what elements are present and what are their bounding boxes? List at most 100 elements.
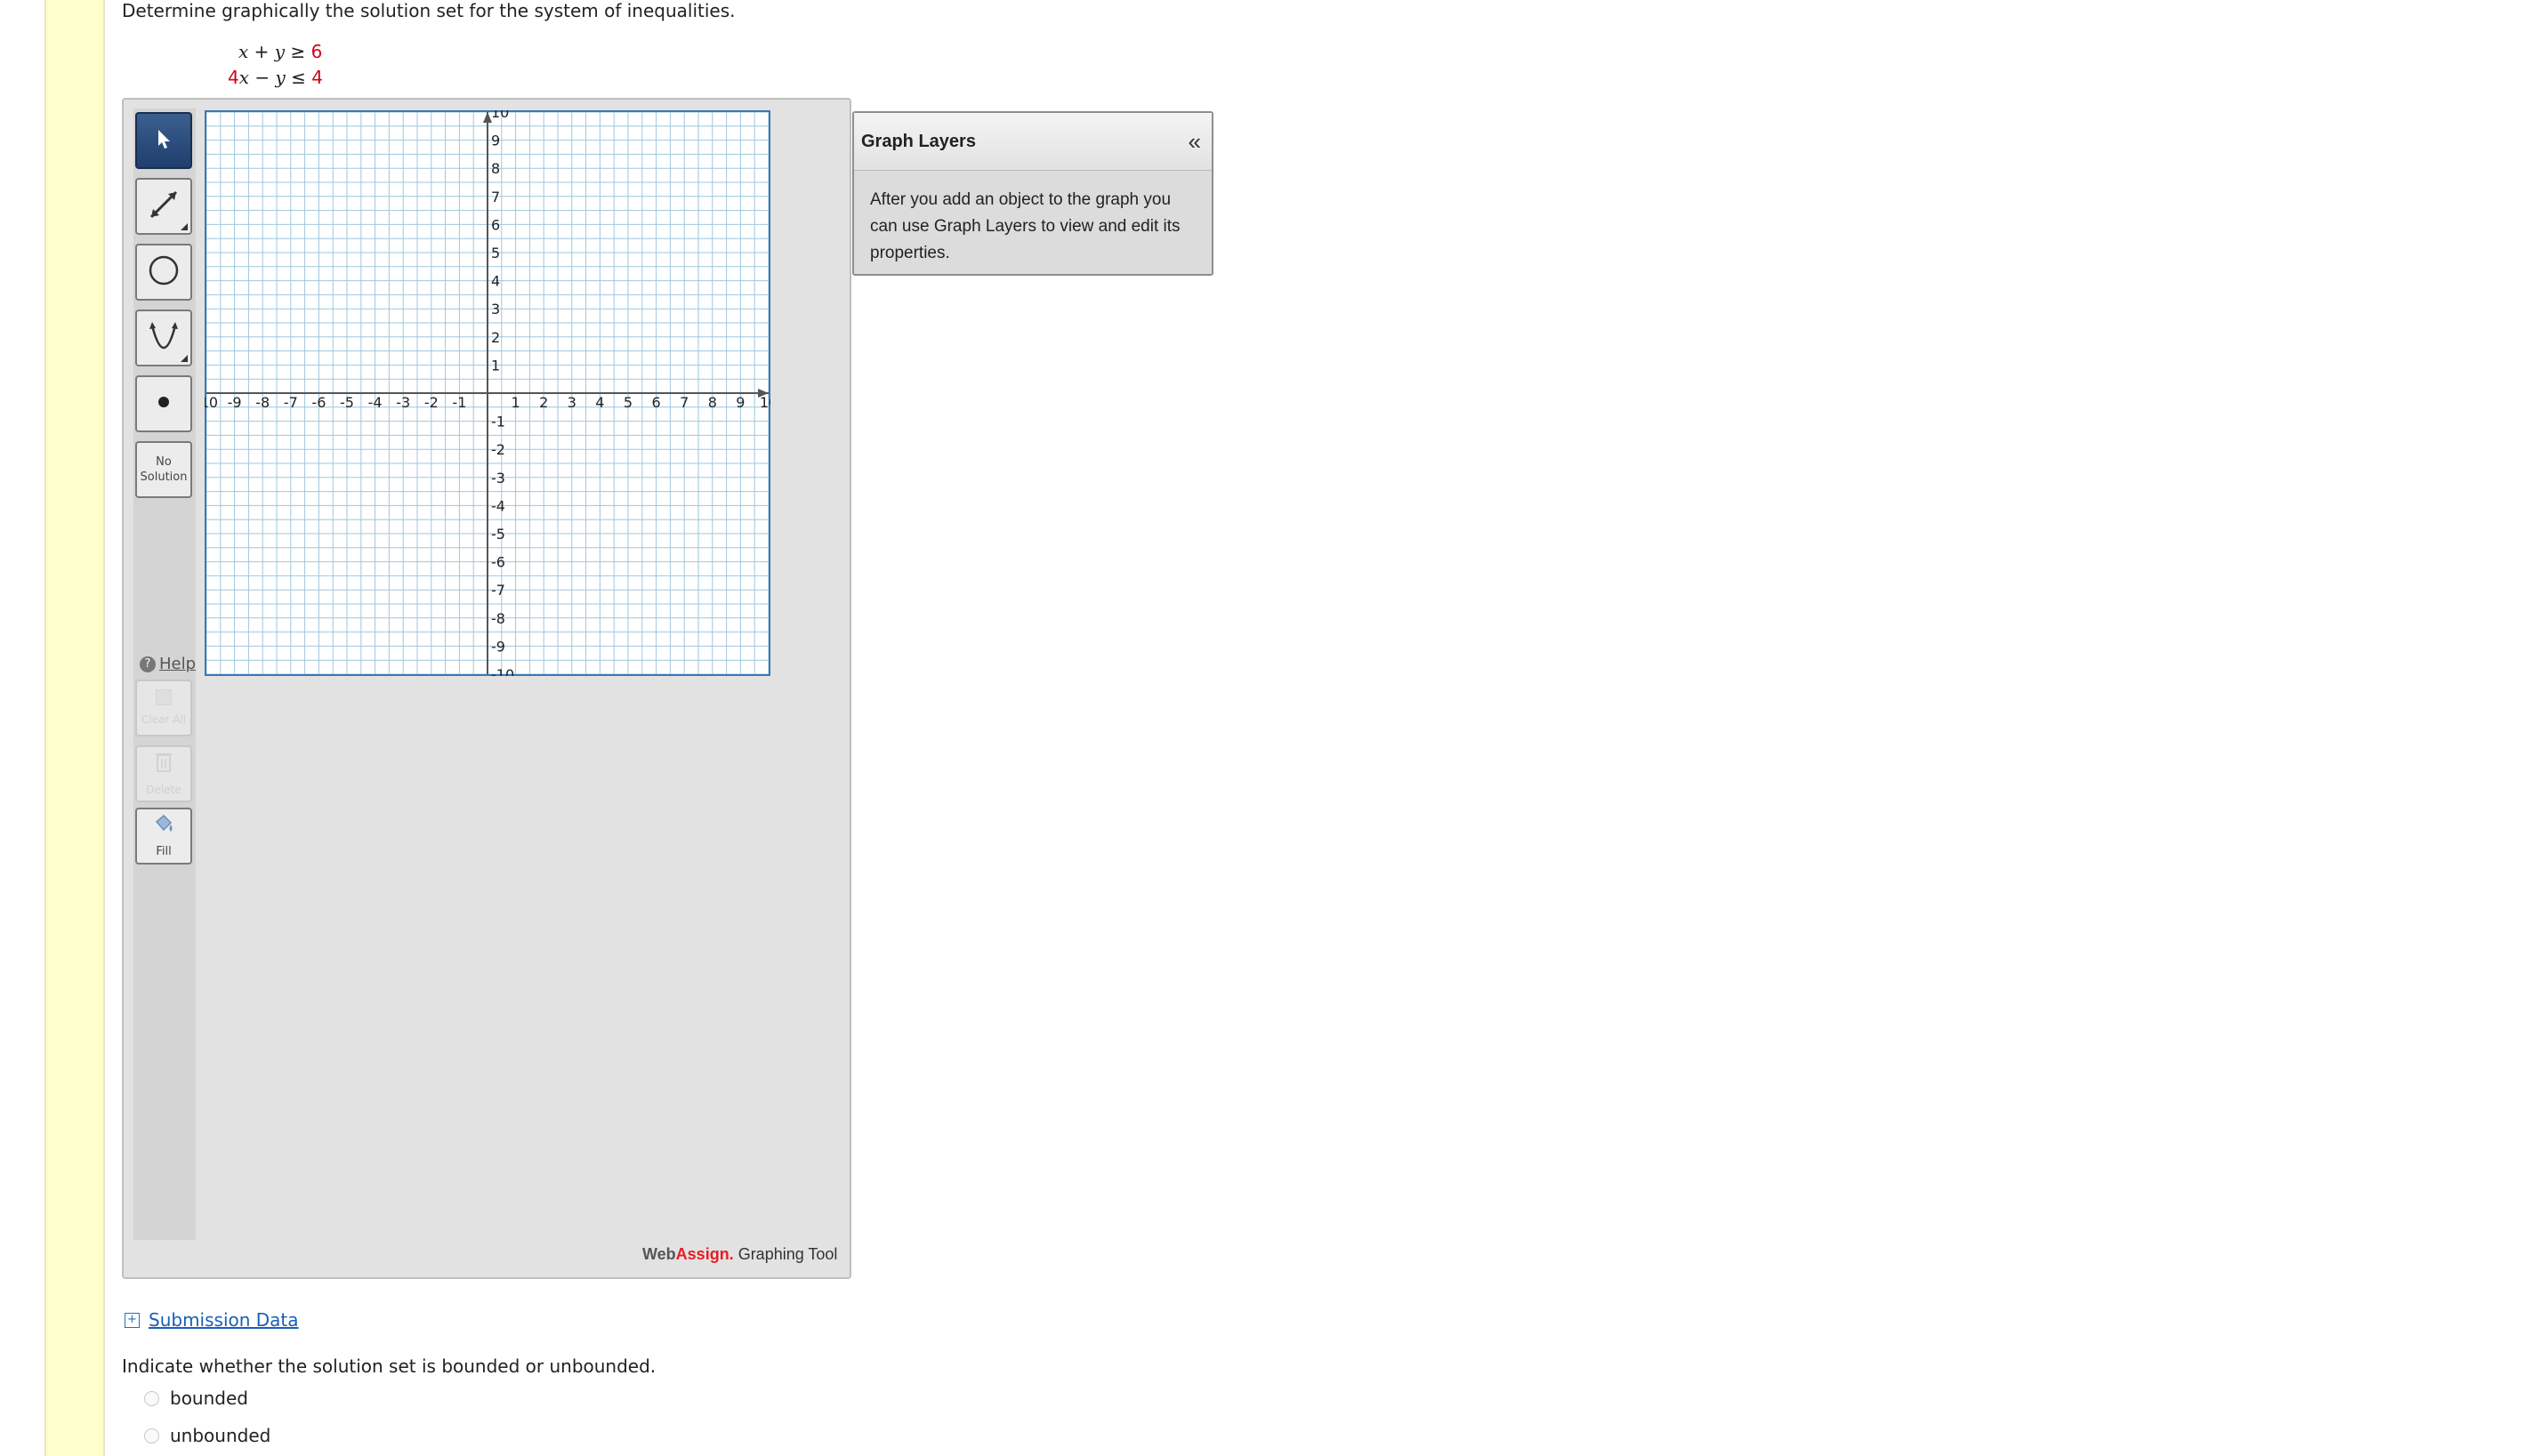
double-chevron-left-icon[interactable]: « — [1189, 128, 1201, 156]
x-tick-label: -2 — [424, 394, 439, 411]
x-tick-label: -7 — [284, 394, 298, 411]
y-tick-label: 3 — [491, 301, 500, 318]
pointer-tool-button[interactable] — [135, 112, 192, 169]
y-tick-label: 5 — [491, 245, 500, 261]
coordinate-plane[interactable]: -10-9-8-7-6-5-4-3-2-112345678910-10-9-8-… — [195, 104, 778, 683]
ineq2-rhs: 4 — [311, 67, 324, 88]
ineq2-coeff: 4 — [228, 67, 239, 88]
paint-bucket-icon — [151, 813, 176, 841]
y-tick-label: 7 — [491, 189, 500, 205]
circle-icon — [146, 253, 181, 292]
line-tool-button[interactable] — [135, 178, 192, 235]
bounded-question-prompt: Indicate whether the solution set is bou… — [122, 1355, 657, 1377]
brand-suffix: Graphing Tool — [733, 1245, 838, 1263]
no-solution-label-line1: No — [156, 455, 172, 469]
expand-icon[interactable]: + — [125, 1312, 140, 1328]
submenu-indicator — [181, 223, 188, 230]
webassign-brand: WebAssign. Graphing Tool — [642, 1245, 837, 1264]
parabola-tool-button[interactable] — [135, 310, 192, 366]
no-solution-button[interactable]: No Solution — [135, 441, 192, 498]
point-icon — [155, 393, 173, 414]
y-tick-label: 2 — [491, 329, 500, 346]
option-bounded[interactable]: bounded — [144, 1388, 248, 1409]
clear-all-icon — [155, 688, 172, 705]
y-tick-label: -8 — [491, 610, 505, 627]
y-tick-label: -4 — [491, 497, 505, 514]
y-tick-label: -7 — [491, 582, 505, 599]
radio-bounded[interactable] — [144, 1390, 159, 1406]
clear-all-button: Clear All — [135, 680, 192, 736]
ineq2-y: y — [275, 67, 286, 88]
ineq2-relation: ≤ — [291, 67, 306, 88]
y-tick-label: 8 — [491, 160, 500, 177]
submission-data-link[interactable]: Submission Data — [149, 1309, 299, 1331]
fill-tool-button[interactable]: Fill — [135, 808, 192, 865]
clear-all-label: Clear All — [141, 712, 187, 726]
graph-layers-title: Graph Layers — [861, 131, 976, 151]
brand-web: Web — [642, 1245, 676, 1263]
x-tick-label: 7 — [680, 394, 689, 411]
x-tick-label: -8 — [255, 394, 270, 411]
x-tick-label: 5 — [624, 394, 633, 411]
ineq2-x: x — [238, 67, 250, 88]
x-tick-label: 4 — [595, 394, 604, 411]
ineq1-x: x — [238, 41, 249, 62]
no-solution-label-line2: Solution — [140, 471, 188, 484]
y-tick-label: -1 — [491, 414, 505, 430]
line-segment-icon — [144, 185, 183, 228]
ineq1-y: y — [274, 41, 286, 62]
graph-layers-body: After you add an object to the graph you… — [870, 190, 1181, 262]
y-tick-label: -9 — [491, 638, 505, 655]
x-tick-label: -9 — [228, 394, 242, 411]
x-tick-label: 2 — [539, 394, 548, 411]
y-tick-label: 6 — [491, 216, 500, 233]
x-tick-label: -5 — [340, 394, 354, 411]
y-tick-label: -6 — [491, 554, 505, 571]
graph-layers-header: Graph Layers « — [854, 113, 1212, 171]
option-unbounded-label: unbounded — [170, 1425, 271, 1446]
radio-unbounded[interactable] — [144, 1428, 159, 1444]
fill-label: Fill — [156, 845, 172, 858]
y-tick-label: 4 — [491, 273, 500, 290]
trash-icon — [154, 750, 173, 777]
pointer-arrow-icon — [152, 127, 175, 154]
ineq2-op: − — [254, 67, 270, 88]
x-tick-label: -1 — [452, 394, 466, 411]
delete-button: Delete — [135, 745, 192, 802]
left-gutter — [44, 0, 105, 1456]
no-solution-label: No Solution — [141, 454, 188, 485]
ineq1-rhs: 6 — [310, 41, 323, 62]
brand-assign: Assign. — [675, 1245, 734, 1263]
x-tick-label: 3 — [568, 394, 576, 411]
submission-data-toggle[interactable]: + Submission Data — [125, 1309, 299, 1331]
delete-label: Delete — [146, 784, 181, 796]
y-tick-label: -3 — [491, 470, 505, 487]
help-link[interactable]: ? Help — [140, 655, 196, 673]
inequality-1: x + y ≥ 6 — [238, 41, 322, 62]
x-tick-label: -10 — [205, 394, 218, 411]
x-tick-label: -6 — [311, 394, 326, 411]
y-tick-label: -10 — [491, 666, 514, 676]
inequality-2: 4x − y ≤ 4 — [228, 67, 323, 88]
y-tick-label: -5 — [491, 526, 505, 543]
x-tick-label: 8 — [708, 394, 717, 411]
option-bounded-label: bounded — [170, 1388, 248, 1409]
graph-canvas[interactable]: -10-9-8-7-6-5-4-3-2-112345678910-10-9-8-… — [195, 104, 778, 683]
y-tick-label: 10 — [491, 110, 509, 121]
x-tick-label: 10 — [760, 394, 770, 411]
circle-tool-button[interactable] — [135, 244, 192, 301]
help-label: Help — [159, 655, 197, 673]
x-tick-label: -4 — [368, 394, 383, 411]
x-tick-label: 9 — [736, 394, 745, 411]
y-tick-label: 9 — [491, 133, 500, 149]
ineq1-op: + — [254, 41, 270, 62]
y-tick-label: 1 — [491, 357, 500, 374]
ineq1-relation: ≥ — [290, 41, 306, 62]
help-icon: ? — [140, 656, 156, 672]
x-tick-label: 1 — [512, 394, 520, 411]
point-tool-button[interactable] — [135, 375, 192, 432]
option-unbounded[interactable]: unbounded — [144, 1425, 270, 1446]
graph-layers-panel: Graph Layers « After you add an object t… — [852, 111, 1213, 276]
parabola-icon — [144, 317, 183, 359]
x-tick-label: -3 — [396, 394, 410, 411]
